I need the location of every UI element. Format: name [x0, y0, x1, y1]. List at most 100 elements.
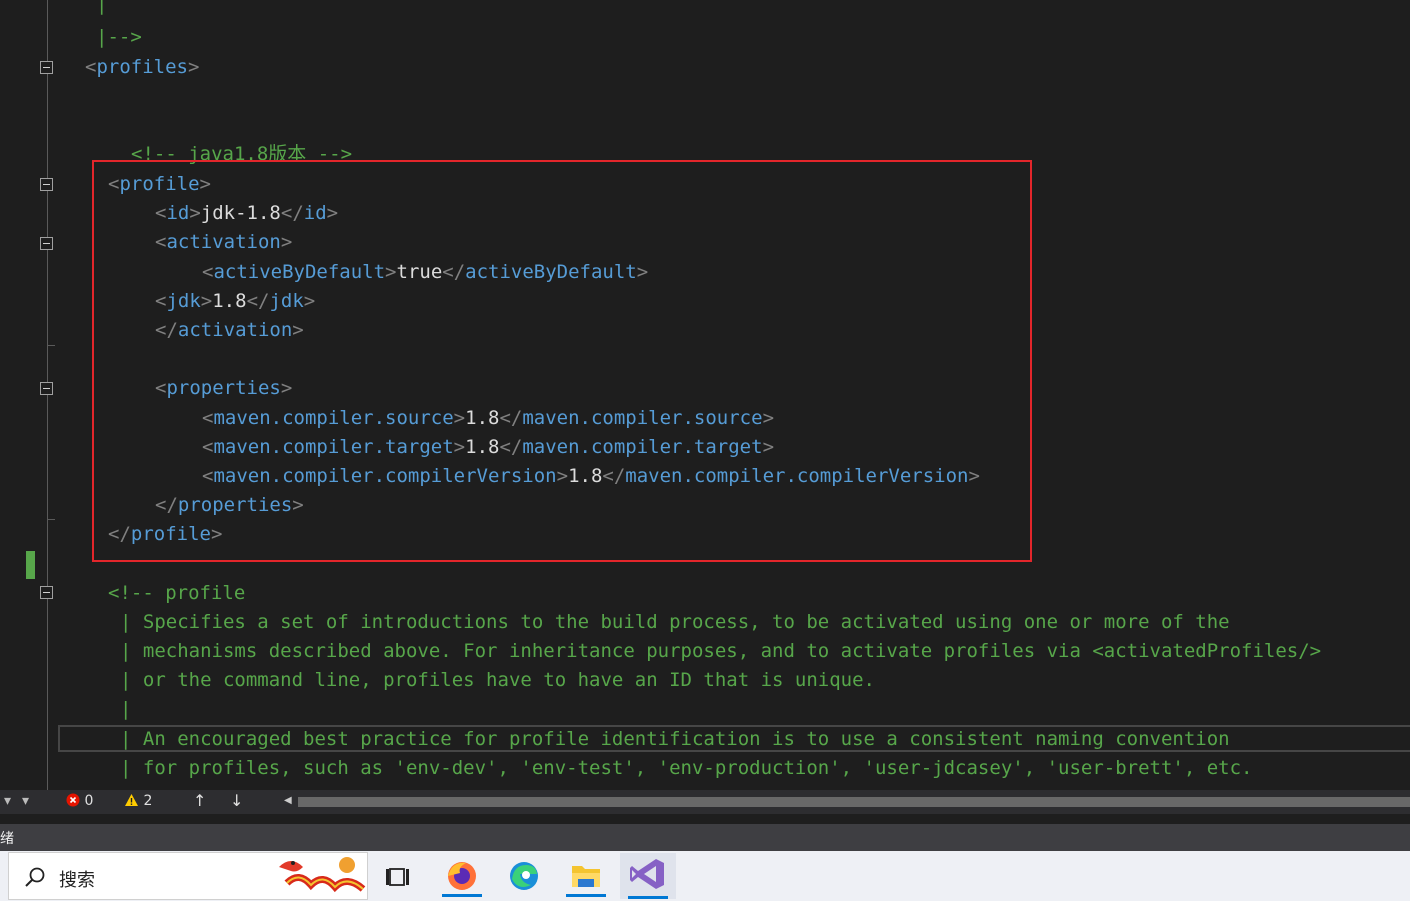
xml-tag-compiler-target: maven.compiler.target: [213, 436, 454, 458]
code-line: </profile>: [108, 523, 223, 545]
fold-guide: [47, 0, 48, 790]
horizontal-scrollbar[interactable]: [298, 797, 1410, 807]
warning-icon: [125, 794, 138, 806]
code-line: <activation>: [155, 231, 293, 253]
fold-toggle-profiles[interactable]: [40, 61, 53, 74]
status-bar: 绪: [0, 824, 1410, 851]
warning-count-value: 2: [143, 793, 153, 809]
active-indicator: [628, 896, 668, 899]
scroll-left-icon[interactable]: ◀: [284, 795, 292, 806]
firefox-button[interactable]: [434, 855, 490, 897]
code-line: <id>jdk-1.8</id>: [155, 202, 339, 224]
xml-tag-compiler-source: maven.compiler.source: [213, 407, 454, 429]
code-line: <maven.compiler.source>1.8</maven.compil…: [202, 407, 775, 429]
xml-tag-active-by-default-close: activeByDefault: [465, 261, 637, 283]
fold-end-tick: [47, 519, 55, 520]
code-line: </activation>: [155, 319, 304, 341]
xml-tag-active-by-default: activeByDefault: [213, 261, 386, 283]
status-text: 绪: [0, 831, 14, 847]
xml-tag-compiler-version-close: maven.compiler.compilerVersion: [625, 465, 969, 487]
code-line: <profile>: [108, 173, 211, 195]
active-indicator: [442, 894, 482, 897]
fold-toggle-properties[interactable]: [40, 382, 53, 395]
xml-tag-jdk: jdk: [166, 290, 201, 312]
code-editor[interactable]: | |--> <profiles> <!-- java1.8版本 --> <pr…: [0, 0, 1410, 790]
dragon-doodle-icon: [279, 857, 366, 893]
file-explorer-button[interactable]: [558, 855, 614, 897]
xml-tag-id-close: id: [303, 202, 327, 224]
visual-studio-icon: [630, 859, 664, 889]
xml-tag-id: id: [166, 202, 190, 224]
jdk-value: 1.8: [212, 290, 247, 312]
compiler-source-value: 1.8: [465, 407, 500, 429]
arrow-up-icon[interactable]: ↑: [193, 791, 206, 810]
active-by-default-value: true: [396, 261, 443, 283]
fold-toggle-activation[interactable]: [40, 237, 53, 250]
warning-count[interactable]: 2: [124, 793, 152, 809]
code-line: | or the command line, profiles have to …: [120, 669, 875, 691]
change-marker: [26, 551, 35, 579]
error-count[interactable]: 0: [66, 793, 93, 809]
fold-toggle-profile[interactable]: [40, 178, 53, 191]
search-icon: [25, 867, 45, 887]
task-view-icon: [386, 868, 409, 886]
error-count-value: 0: [84, 793, 94, 809]
code-line: |-->: [96, 23, 142, 52]
code-line: |: [96, 0, 108, 15]
compiler-version-value: 1.8: [568, 465, 603, 487]
xml-tag-jdk-close: jdk: [269, 290, 304, 312]
code-line: |: [120, 698, 143, 720]
firefox-icon: [448, 862, 476, 890]
active-indicator: [566, 894, 606, 897]
xml-tag-compiler-target-close: maven.compiler.target: [522, 436, 763, 458]
xml-tag-profile-close: profile: [130, 523, 211, 545]
comment-line: or the command line, profiles have to ha…: [142, 669, 875, 691]
code-line: <jdk>1.8</jdk>: [155, 290, 316, 312]
code-line: | mechanisms described above. For inheri…: [120, 640, 1322, 662]
visual-studio-button[interactable]: [620, 853, 676, 899]
task-view-button[interactable]: [372, 855, 428, 897]
profile-comment-head: <!-- profile: [108, 582, 246, 604]
code-line: <profiles>: [85, 56, 200, 78]
code-line: | Specifies a set of introductions to th…: [120, 611, 1230, 633]
code-line: | An encouraged best practice for profil…: [120, 728, 1230, 750]
edge-icon: [510, 862, 538, 890]
xml-tag-activation-close: activation: [177, 319, 293, 341]
code-line: <maven.compiler.compilerVersion>1.8</mav…: [202, 465, 980, 487]
xml-tag-properties-close: properties: [177, 494, 293, 516]
xml-tag-compiler-source-close: maven.compiler.source: [522, 407, 763, 429]
id-value: jdk-1.8: [200, 202, 281, 224]
status-spacer: [0, 814, 1410, 824]
comment-line: mechanisms described above. For inherita…: [142, 640, 1322, 662]
java-version-comment: <!-- java1.8版本 -->: [131, 143, 353, 165]
comment-line: for profiles, such as 'env-dev', 'env-te…: [142, 757, 1253, 779]
search-placeholder: 搜索: [59, 870, 95, 891]
comment-line: Specifies a set of introductions to the …: [142, 611, 1230, 633]
code-line: <!-- profile: [108, 579, 245, 608]
code-line: <properties>: [155, 377, 293, 399]
xml-tag-profiles: profiles: [96, 56, 188, 78]
comment-end: |-->: [96, 26, 142, 48]
error-icon: [66, 793, 80, 807]
folder-icon: [572, 866, 600, 887]
taskbar-search[interactable]: 搜索: [8, 852, 368, 900]
xml-tag-profile: profile: [119, 173, 200, 195]
compiler-target-value: 1.8: [465, 436, 500, 458]
chevron-down-icon[interactable]: ▾: [22, 793, 29, 809]
xml-tag-compiler-version: maven.compiler.compilerVersion: [213, 465, 557, 487]
taskbar: 搜索: [0, 851, 1410, 901]
arrow-down-icon[interactable]: ↓: [230, 791, 243, 810]
error-list-bar: ▾ ▾ 0 2 ↑ ↓ ◀: [0, 790, 1410, 814]
code-line: <maven.compiler.target>1.8</maven.compil…: [202, 436, 775, 458]
xml-tag-activation: activation: [166, 231, 281, 253]
code-line: </properties>: [155, 494, 304, 516]
code-line: | for profiles, such as 'env-dev', 'env-…: [120, 757, 1253, 779]
fold-end-tick: [47, 345, 55, 346]
code-line: <!-- java1.8版本 -->: [131, 140, 352, 169]
dropdown-arrow-icon[interactable]: ▾: [4, 793, 11, 809]
xml-tag-properties: properties: [166, 377, 281, 399]
edge-button[interactable]: [496, 855, 552, 897]
fold-toggle-comment[interactable]: [40, 586, 53, 599]
code-line: <activeByDefault>true</activeByDefault>: [202, 261, 649, 283]
comment-line: An encouraged best practice for profile …: [142, 728, 1230, 750]
